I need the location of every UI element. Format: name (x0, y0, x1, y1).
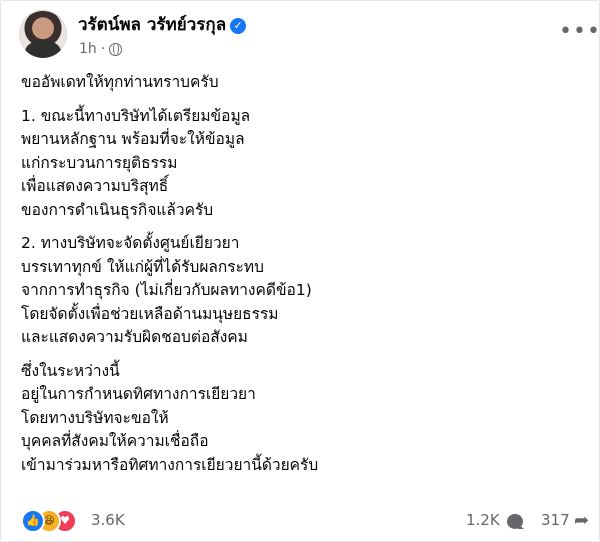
post-line: โดยทางบริษัทจะขอให้ (21, 408, 169, 427)
paragraph-intro: ขออัพเดทให้ทุกท่านทราบครับ (21, 71, 581, 95)
post-line: 2. ทางบริษัทจะจัดตั้งศูนย์เยียวยา (21, 234, 240, 252)
post-line: พยานหลักฐาน พร้อมที่จะให้ข้อมูล (21, 130, 245, 148)
post-line: ของการดำเนินธุรกิจแล้วครับ (21, 200, 214, 219)
reactions-count[interactable]: 3.6K (91, 511, 125, 529)
paragraph-1: 1. ขณะนี้ทางบริษัทได้เตรียมข้อมูล พยานหล… (21, 105, 581, 223)
like-reaction-icon: 👍 (21, 509, 45, 533)
post-line: โดยจัดตั้งเพื่อช่วยเหลือด้านมนุษยธรรม (21, 304, 279, 323)
more-options-icon[interactable]: ••• (559, 21, 600, 43)
globe-icon[interactable] (109, 42, 123, 56)
post-line: ขออัพเดทให้ทุกท่านทราบครับ (21, 73, 219, 91)
post-time[interactable]: 1h (79, 41, 97, 57)
author-avatar[interactable] (19, 10, 67, 58)
post-line: เข้ามาร่วมหารือทิศทางการเยียวยานี้ด้วยคร… (21, 455, 319, 474)
post-footer: 👍 😆 ♥ 3.6K 1.2K 317 ➦ (1, 505, 599, 535)
post-line: อยู่ในการกำหนดทิศทางการเยียวยา (21, 385, 256, 403)
post-line: 1. ขณะนี้ทางบริษัทได้เตรียมข้อมูล (21, 106, 251, 125)
post-line: จากการทำธุรกิจ (ไม่เกี่ยวกับผลทางคดีข้อ1… (21, 281, 312, 299)
post-body: ขออัพเดทให้ทุกท่านทราบครับ 1. ขณะนี้ทางบ… (21, 71, 581, 487)
comment-icon[interactable] (507, 514, 524, 529)
post-line: ซึ่งในระหว่างนี้ (21, 361, 120, 380)
post-line: บุคคลที่สังคมให้ความเชื่อถือ (21, 432, 209, 450)
post-line: เพื่อแสดงความบริสุทธิ์ (21, 177, 169, 195)
paragraph-3: ซึ่งในระหว่างนี้ อยู่ในการกำหนดทิศทางการ… (21, 360, 581, 478)
comments-count[interactable]: 1.2K (466, 511, 500, 529)
post-line: และแสดงความรับผิดชอบต่อสังคม (21, 328, 248, 346)
share-icon[interactable]: ➦ (574, 511, 589, 531)
post-line: บรรเทาทุกข์ ให้แก่ผู้ที่ได้รับผลกระทบ (21, 257, 264, 276)
post-meta: 1h · (79, 41, 123, 57)
post-line: แก่กระบวนการยุติธรรม (21, 153, 178, 172)
avatar-shirt (25, 40, 61, 58)
author-name[interactable]: วรัตน์พล วรัทย์วรกุล (78, 15, 226, 35)
meta-separator: · (100, 41, 106, 57)
paragraph-2: 2. ทางบริษัทจะจัดตั้งศูนย์เยียวยา บรรเทา… (21, 232, 581, 350)
verified-badge-icon: ✓ (230, 18, 247, 34)
author-name-row: วรัตน์พล วรัทย์วรกุล ✓ (78, 11, 247, 38)
shares-count[interactable]: 317 (541, 511, 570, 529)
post-card: วรัตน์พล วรัทย์วรกุล ✓ 1h · ••• ขออัพเดทใ… (0, 0, 600, 542)
reaction-icons[interactable]: 👍 😆 ♥ (21, 509, 81, 533)
